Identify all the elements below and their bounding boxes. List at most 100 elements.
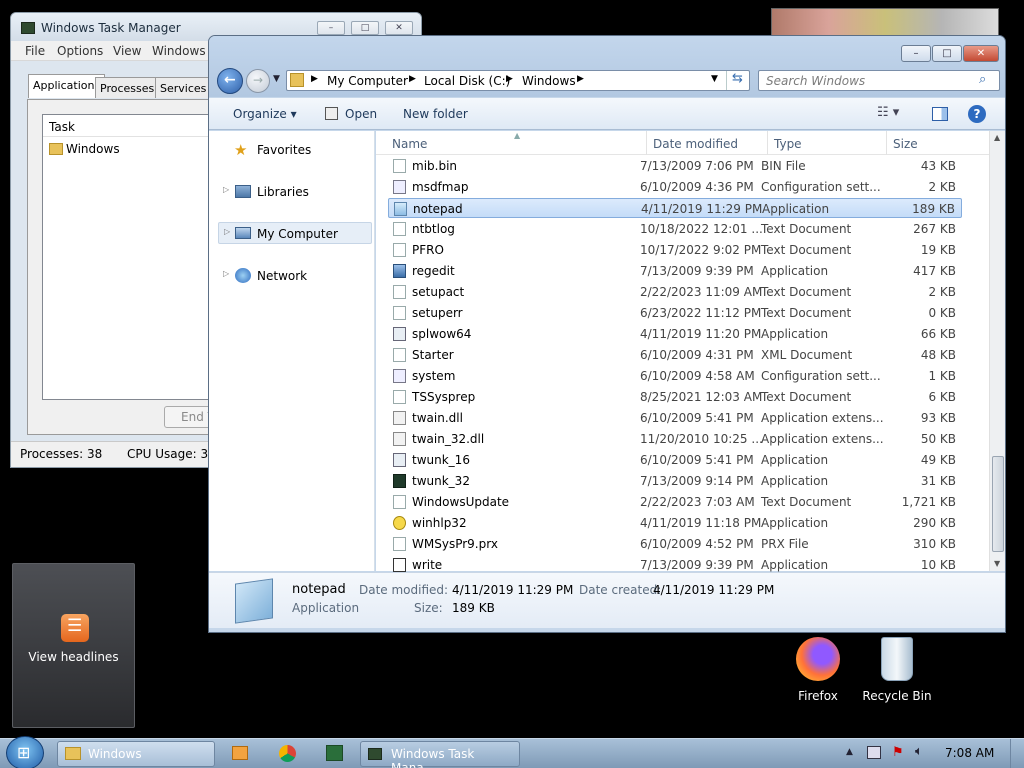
expand-arrow-icon[interactable]: ▷	[223, 269, 229, 278]
new-folder-button[interactable]: New folder	[403, 107, 468, 121]
file-date-modified: 6/10/2009 5:41 PM	[640, 453, 754, 467]
file-row[interactable]: TSSysprep 8/25/2021 12:03 AM Text Document…	[388, 387, 962, 407]
rss-feed-gadget[interactable]: ☰ View headlines	[12, 563, 135, 728]
scroll-up-icon[interactable]: ▲	[994, 133, 1000, 142]
breadcrumb-my-computer[interactable]: My Computer	[327, 74, 408, 88]
file-date-modified: 7/13/2009 9:39 PM	[640, 264, 754, 278]
file-name: regedit	[412, 264, 455, 278]
view-options-icon[interactable]: ☷ ▾	[877, 105, 899, 120]
task-manager-title: Windows Task Manager	[41, 21, 181, 35]
file-name: twunk_32	[412, 474, 470, 488]
menu-windows[interactable]: Windows	[152, 44, 206, 58]
organize-button[interactable]: Organize ▾	[233, 107, 297, 121]
taskbar-item-windows[interactable]: Windows	[57, 741, 215, 767]
file-row[interactable]: WMSysPr9.prx 6/10/2009 4:52 PM PRX File 310…	[388, 534, 962, 554]
file-row[interactable]: ntbtlog 10/18/2022 12:01 ... Text Document…	[388, 219, 962, 239]
file-row[interactable]: system 6/10/2009 4:58 AM Configuration set…	[388, 366, 962, 386]
column-date-modified[interactable]: Date modified	[653, 137, 738, 151]
scrollbar-thumb[interactable]	[992, 456, 1004, 552]
file-list[interactable]: Name ▲ Date modified Type Size mib.bin 7/…	[376, 131, 1005, 572]
column-size[interactable]: Size	[893, 137, 918, 151]
firefox-icon	[796, 637, 840, 681]
file-row[interactable]: winhlp32 4/11/2019 11:18 PM Application 290…	[388, 513, 962, 533]
close-button[interactable]: ✕	[963, 45, 999, 62]
chrome-icon[interactable]	[279, 745, 296, 762]
desktop-icon-firefox[interactable]: Firefox	[778, 637, 858, 703]
maximize-button[interactable]: □	[932, 45, 962, 62]
menu-view[interactable]: View	[113, 44, 141, 58]
breadcrumb-local-disk[interactable]: Local Disk (C:)	[424, 74, 510, 88]
nav-item-favorites[interactable]: ★ Favorites	[209, 139, 367, 161]
menu-options[interactable]: Options	[57, 44, 103, 58]
address-dropdown-icon[interactable]: ▼	[711, 74, 718, 84]
scroll-down-icon[interactable]: ▼	[994, 559, 1000, 568]
volume-icon[interactable]: 🔈︎	[915, 744, 923, 759]
show-hidden-icons-icon[interactable]: ▲	[846, 747, 853, 757]
expand-arrow-icon[interactable]: ▷	[223, 185, 229, 194]
show-desktop-button[interactable]	[1010, 739, 1024, 768]
file-row[interactable]: twunk_32 7/13/2009 9:14 PM Application 31 K…	[388, 471, 962, 491]
minimize-button[interactable]: –	[901, 45, 931, 62]
file-row[interactable]: twain_32.dll 11/20/2010 10:25 ... Applicat…	[388, 429, 962, 449]
file-row[interactable]: msdfmap 6/10/2009 4:36 PM Configuration se…	[388, 177, 962, 197]
menu-file[interactable]: File	[25, 44, 45, 58]
expand-arrow-icon[interactable]: ▷	[224, 227, 230, 236]
media-player-icon[interactable]	[232, 746, 248, 760]
file-row[interactable]: PFRO 10/17/2022 9:02 PM Text Document 19 KB	[388, 240, 962, 260]
file-size: 43 KB	[920, 159, 956, 173]
file-type: Text Document	[761, 495, 852, 509]
nav-item-libraries[interactable]: ▷ Libraries	[209, 181, 367, 203]
desktop-icon-label: Firefox	[798, 689, 838, 703]
tab-processes[interactable]: Processes	[95, 77, 160, 98]
help-icon[interactable]: ?	[968, 105, 986, 123]
desktop-icon-label: Recycle Bin	[862, 689, 932, 703]
recent-pages-dropdown-icon[interactable]: ▼	[273, 74, 280, 84]
file-row[interactable]: splwow64 4/11/2019 11:20 PM Application 66 …	[388, 324, 962, 344]
clock[interactable]: 7:08 AM	[945, 746, 994, 760]
tab-services[interactable]: Services	[155, 77, 212, 98]
refresh-button[interactable]: ⇆	[726, 71, 748, 90]
minimize-button[interactable]: –	[317, 21, 345, 35]
open-button[interactable]: Open	[345, 107, 377, 121]
nav-item-network[interactable]: ▷ Network	[209, 265, 367, 287]
file-row[interactable]: notepad 4/11/2019 11:29 PM Application 189 …	[388, 198, 962, 218]
taskmgr-pin-icon[interactable]	[326, 745, 343, 761]
explorer-window[interactable]: – □ ✕ ← → ▼ ▶ My Computer ▶ Local Disk (…	[208, 35, 1006, 633]
file-name: WMSysPr9.prx	[412, 537, 498, 551]
back-button[interactable]: ←	[217, 68, 243, 94]
nav-item-my-computer[interactable]: ▷ My Computer	[218, 222, 372, 244]
file-row[interactable]: setupact 2/22/2023 11:09 AM Text Document 2…	[388, 282, 962, 302]
view-headlines-link[interactable]: View headlines	[13, 650, 134, 664]
file-size: 2 KB	[928, 285, 956, 299]
recycle-bin-icon	[881, 637, 913, 681]
vertical-scrollbar[interactable]: ▲ ▼	[989, 131, 1005, 571]
file-row[interactable]: setuperr 6/23/2022 11:12 PM Text Document 0…	[388, 303, 962, 323]
search-icon[interactable]: ⌕	[979, 72, 986, 87]
file-row[interactable]: mib.bin 7/13/2009 7:06 PM BIN File 43 KB	[388, 156, 962, 176]
explorer-titlebar[interactable]: – □ ✕ ← → ▼ ▶ My Computer ▶ Local Disk (…	[209, 36, 1005, 97]
column-name[interactable]: Name	[392, 137, 427, 151]
column-type[interactable]: Type	[774, 137, 802, 151]
network-tray-icon[interactable]	[867, 746, 881, 759]
details-type: Application	[292, 601, 360, 615]
breadcrumb-windows[interactable]: Windows	[522, 74, 576, 88]
tab-applications[interactable]: Applications	[28, 74, 106, 98]
maximize-button[interactable]: □	[351, 21, 379, 35]
file-row[interactable]: regedit 7/13/2009 9:39 PM Application 417 K…	[388, 261, 962, 281]
file-row[interactable]: twain.dll 6/10/2009 5:41 PM Application ex…	[388, 408, 962, 428]
address-bar[interactable]: ▶ My Computer ▶ Local Disk (C:) ▶ Window…	[286, 70, 750, 91]
start-button[interactable]: ⊞	[6, 736, 44, 768]
file-row[interactable]: Starter 6/10/2009 4:31 PM XML Document 48 K…	[388, 345, 962, 365]
forward-button[interactable]: →	[246, 69, 270, 93]
file-icon	[393, 159, 406, 173]
search-input[interactable]: Search Windows ⌕	[758, 70, 1000, 91]
preview-pane-icon[interactable]	[932, 107, 948, 121]
file-row[interactable]: twunk_16 6/10/2009 5:41 PM Application 49 K…	[388, 450, 962, 470]
close-button[interactable]: ✕	[385, 21, 413, 35]
file-name: mib.bin	[412, 159, 458, 173]
file-row[interactable]: WindowsUpdate 2/22/2023 7:03 AM Text Docum…	[388, 492, 962, 512]
desktop-icon-recycle-bin[interactable]: Recycle Bin	[857, 637, 937, 703]
window-thumbnails	[771, 8, 999, 36]
taskbar-item-task-manager[interactable]: Windows Task Mana...	[360, 741, 520, 768]
action-center-icon[interactable]: ⚑	[892, 745, 904, 760]
